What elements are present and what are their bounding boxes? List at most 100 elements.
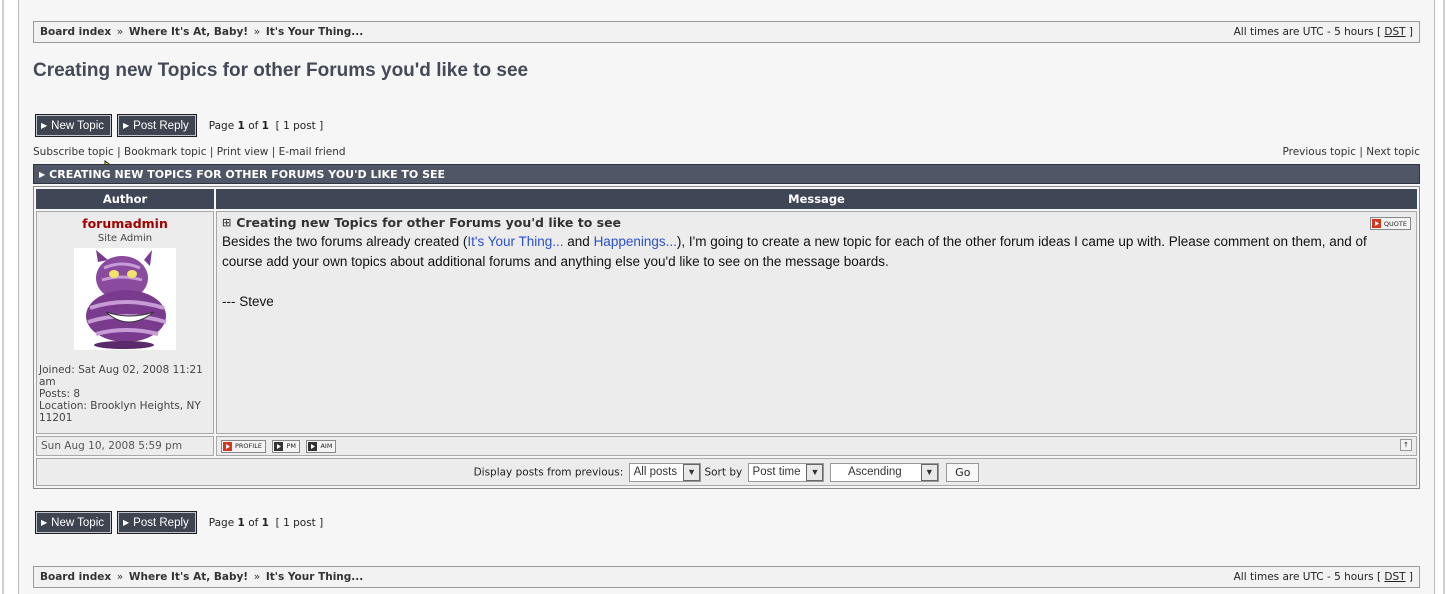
breadcrumb-its-your-thing[interactable]: It's Your Thing...	[266, 26, 363, 38]
next-topic-link[interactable]: Next topic	[1366, 146, 1420, 158]
breadcrumb-bar-bottom: Board index » Where It's At, Baby! » It'…	[33, 566, 1420, 588]
chevron-down-icon: ▼	[806, 463, 824, 481]
pm-icon	[274, 441, 284, 451]
post-reply-label: Post Reply	[133, 119, 189, 132]
new-topic-label: New Topic	[51, 119, 104, 132]
author-meta: Joined: Sat Aug 02, 2008 11:21 am Posts:…	[39, 364, 211, 424]
link-separator: |	[1356, 146, 1367, 158]
post-signature: --- Steve	[222, 294, 274, 309]
post-date: Sun Aug 10, 2008 5:59 pm	[36, 436, 214, 456]
new-topic-label: New Topic	[51, 516, 104, 529]
posts-days-select[interactable]: All posts ▼	[628, 462, 702, 482]
email-friend-link[interactable]: E-mail friend	[279, 146, 346, 158]
timezone-text: All times are UTC - 5 hours [	[1233, 26, 1385, 38]
timezone-bracket: ]	[1405, 571, 1413, 583]
aim-icon	[308, 441, 318, 451]
display-options: Display posts from previous: All posts ▼ …	[36, 458, 1417, 486]
bookmark-topic-link[interactable]: Bookmark topic	[124, 146, 206, 158]
message-cell: QUOTE ⊞ Creating new Topics for other For…	[216, 211, 1417, 434]
back-to-top-button[interactable]: ↑	[1400, 439, 1412, 452]
chevron-down-icon: ▼	[920, 463, 938, 481]
message-header: Message	[216, 189, 1417, 209]
timezone-text: All times are UTC - 5 hours [	[1233, 571, 1385, 583]
breadcrumb-board-index[interactable]: Board index	[40, 26, 111, 38]
post-reply-button[interactable]: ▶ Post Reply	[117, 114, 197, 137]
right-border	[1443, 0, 1445, 594]
sort-label: Sort by	[704, 466, 743, 478]
post-count: [ 1 post ]	[275, 516, 324, 529]
page-title: Creating new Topics for other Forums you…	[33, 60, 529, 81]
page-label: Page	[208, 516, 235, 529]
avatar	[74, 248, 176, 350]
breadcrumb: Board index » Where It's At, Baby! » It'…	[40, 26, 363, 38]
pm-button[interactable]: PM	[272, 439, 300, 453]
sort-key-select[interactable]: Post time ▼	[747, 462, 825, 482]
post-actions: PROFILE PM AIM ↑	[216, 436, 1417, 456]
topic-links: Subscribe topic | Bookmark topic | Print…	[33, 146, 1420, 158]
aim-label: AIM	[320, 442, 333, 451]
quote-icon	[1371, 219, 1381, 228]
happenings-link[interactable]: Happenings...	[594, 234, 677, 249]
topic-bar-title: CREATING NEW TOPICS FOR OTHER FORUMS YOU…	[49, 167, 446, 181]
post-table: Author Message forumadmin Site Admin Joi…	[33, 186, 1420, 489]
topic-actions: Subscribe topic | Bookmark topic | Print…	[33, 146, 346, 158]
sort-direction-value: Ascending	[847, 466, 902, 478]
of-label: of	[248, 119, 259, 132]
display-label: Display posts from previous:	[473, 466, 624, 478]
post-text: Besides the two forums already created (	[222, 234, 468, 249]
post-subject: ⊞ Creating new Topics for other Forums yo…	[222, 215, 1370, 230]
page-current: 1	[237, 119, 245, 132]
previous-topic-link[interactable]: Previous topic	[1282, 146, 1356, 158]
subscribe-topic-link[interactable]: Subscribe topic	[33, 146, 114, 158]
cheshire-cat-avatar-icon	[86, 250, 167, 349]
arrow-right-icon: ▶	[123, 121, 130, 130]
pagination-info: Page 1 of 1 [ 1 post ]	[209, 120, 323, 132]
breadcrumb-board-index[interactable]: Board index	[40, 571, 111, 583]
pm-label: PM	[286, 442, 296, 451]
author-cell: forumadmin Site Admin Joined: Sat Aug 02…	[36, 211, 214, 434]
topic-title-bar: ▶ CREATING NEW TOPICS FOR OTHER FORUMS YO…	[33, 164, 1420, 184]
post-body: Besides the two forums already created (…	[222, 232, 1411, 312]
dst-link[interactable]: DST	[1384, 571, 1405, 583]
post-reply-label: Post Reply	[133, 516, 189, 529]
arrow-right-icon: ▶	[123, 518, 130, 527]
breadcrumb-where-its-at[interactable]: Where It's At, Baby!	[129, 571, 248, 583]
aim-button[interactable]: AIM	[306, 439, 337, 453]
joined-date: Joined: Sat Aug 02, 2008 11:21 am	[39, 364, 203, 388]
breadcrumb-separator: »	[253, 571, 261, 583]
dst-link[interactable]: DST	[1384, 26, 1405, 38]
timezone-info: All times are UTC - 5 hours [ DST ]	[1234, 26, 1413, 38]
sort-key-value: Post time	[752, 466, 801, 478]
profile-icon	[223, 441, 232, 451]
new-topic-button[interactable]: ▶ New Topic	[35, 511, 112, 534]
profile-button[interactable]: PROFILE	[221, 439, 266, 453]
quote-button[interactable]: QUOTE	[1369, 217, 1411, 230]
button-row-bottom: ▶ New Topic ▶ Post Reply Page 1 of 1 [ 1 p…	[35, 511, 323, 534]
arrow-right-icon: ▶	[41, 518, 48, 527]
posts-days-value: All posts	[633, 466, 678, 478]
post-subject-text: Creating new Topics for other Forums you…	[236, 215, 622, 230]
breadcrumb-its-your-thing[interactable]: It's Your Thing...	[266, 571, 363, 583]
breadcrumb-separator: »	[116, 26, 124, 38]
post-reply-button[interactable]: ▶ Post Reply	[117, 511, 197, 534]
pagination-info: Page 1 of 1 [ 1 post ]	[209, 517, 323, 529]
link-separator: |	[206, 146, 217, 158]
page-current: 1	[237, 516, 245, 529]
arrow-right-icon: ▶	[39, 169, 46, 179]
arrow-right-icon: ▶	[41, 121, 48, 130]
page-total: 1	[261, 119, 269, 132]
go-button[interactable]: Go	[946, 462, 980, 482]
breadcrumb-bar-top: Board index » Where It's At, Baby! » It'…	[33, 21, 1420, 43]
timezone-bracket: ]	[1405, 26, 1413, 38]
sort-direction-select[interactable]: Ascending ▼	[829, 462, 939, 482]
print-view-link[interactable]: Print view	[217, 146, 269, 158]
chevron-down-icon: ▼	[683, 463, 701, 481]
link-separator: |	[268, 146, 279, 158]
new-topic-button[interactable]: ▶ New Topic	[35, 114, 112, 137]
its-your-thing-link[interactable]: It's Your Thing...	[467, 234, 563, 249]
breadcrumb-where-its-at[interactable]: Where It's At, Baby!	[129, 26, 248, 38]
topic-navigation: Previous topic | Next topic	[1282, 146, 1420, 158]
button-row-top: ▶ New Topic ▶ Post Reply Page 1 of 1 [ 1 p…	[35, 114, 323, 137]
left-border	[2, 0, 4, 594]
username-link[interactable]: forumadmin	[39, 216, 211, 231]
